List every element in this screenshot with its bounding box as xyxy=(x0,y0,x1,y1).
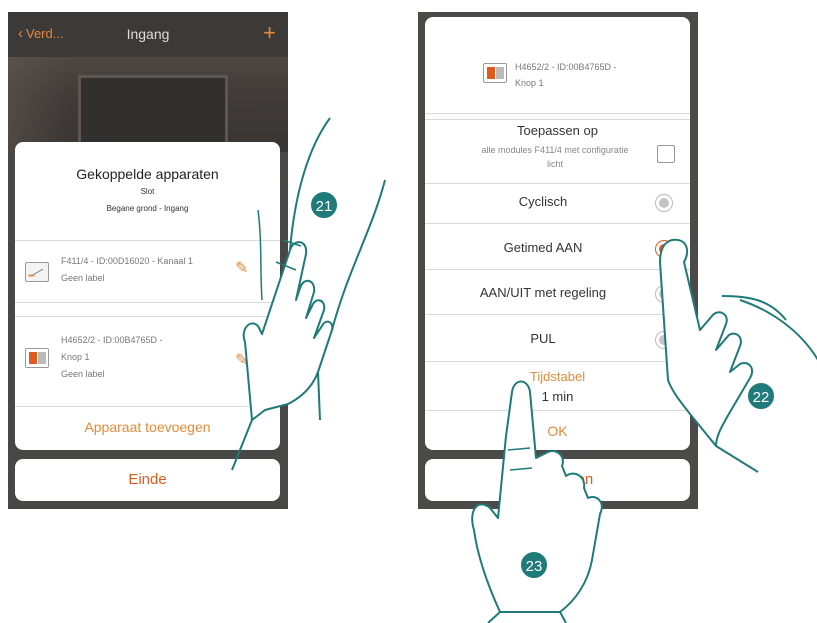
step-badge-21: 21 xyxy=(309,190,339,220)
pointing-hands-illustration xyxy=(231,117,817,623)
step-badge-23: 23 xyxy=(519,550,549,580)
step-badge-22: 22 xyxy=(746,381,776,411)
hand-22-icon xyxy=(659,238,754,447)
